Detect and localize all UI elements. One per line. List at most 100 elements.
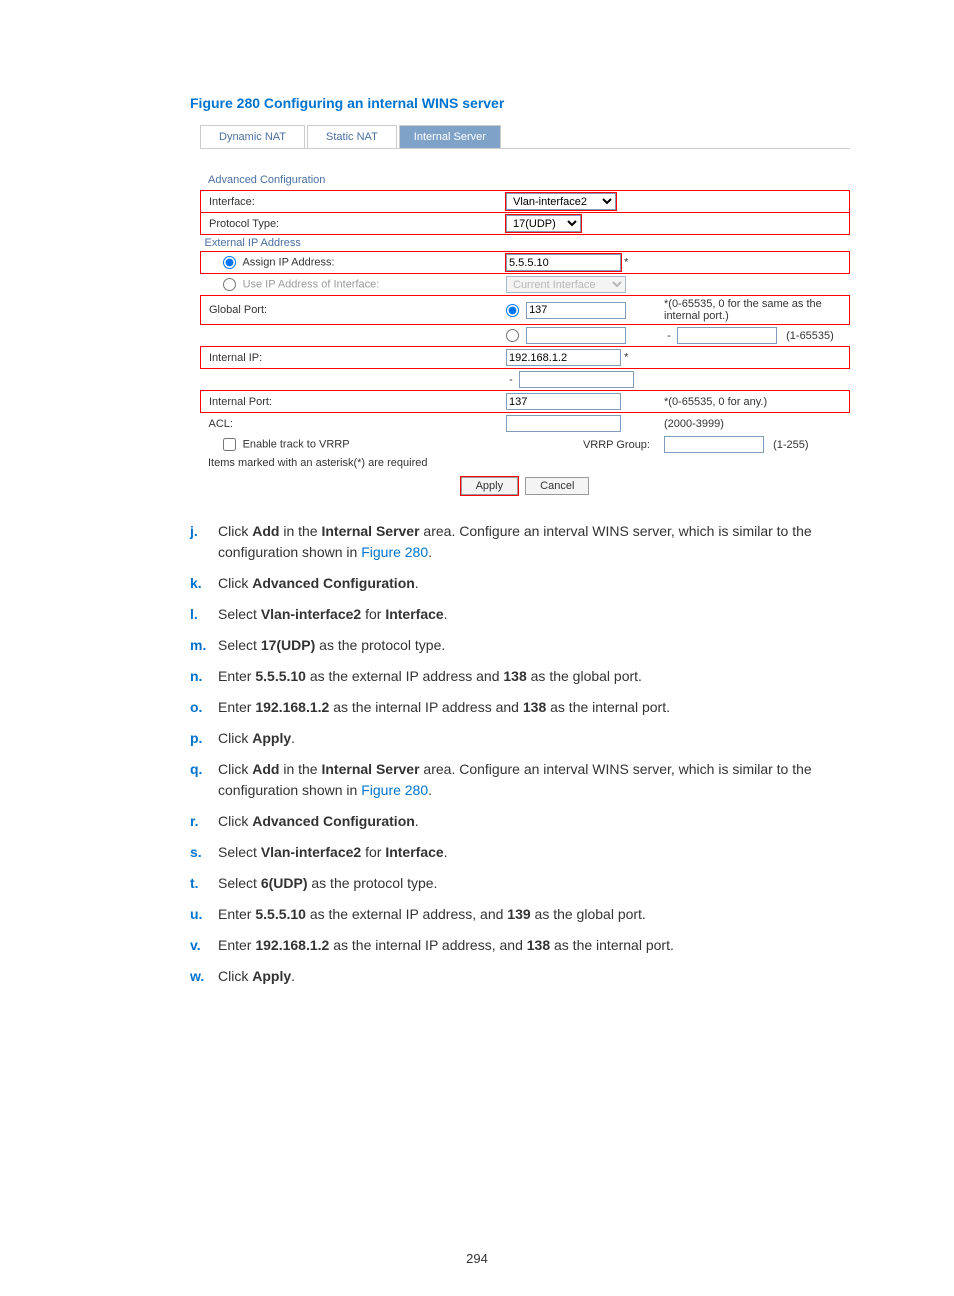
step-body: Select 17(UDP) as the protocol type.	[218, 635, 859, 656]
step-letter: n.	[190, 666, 218, 687]
step-letter: q.	[190, 759, 218, 801]
internal-ip-label: Internal IP:	[201, 347, 503, 369]
step: k.Click Advanced Configuration.	[190, 573, 859, 594]
step-body: Enter 192.168.1.2 as the internal IP add…	[218, 697, 859, 718]
step-letter: v.	[190, 935, 218, 956]
bold-text: Interface	[385, 844, 443, 860]
bold-text: Advanced Configuration	[252, 575, 415, 591]
internal-ip-input[interactable]	[506, 349, 621, 366]
protocol-label: Protocol Type:	[201, 213, 503, 235]
screenshot-region: Dynamic NAT Static NAT Internal Server A…	[200, 125, 850, 495]
dash: -	[506, 374, 516, 386]
step: j.Click Add in the Internal Server area.…	[190, 521, 859, 563]
assign-ip-label: Assign IP Address:	[242, 256, 334, 268]
step-body: Select 6(UDP) as the protocol type.	[218, 873, 859, 894]
step: n.Enter 5.5.5.10 as the external IP addr…	[190, 666, 859, 687]
step: u.Enter 5.5.5.10 as the external IP addr…	[190, 904, 859, 925]
use-interface-select: Current Interface	[506, 276, 626, 293]
acl-input[interactable]	[506, 415, 621, 432]
asterisk: *	[624, 352, 628, 364]
bold-text: Vlan-interface2	[261, 844, 361, 860]
vrrp-checkbox[interactable]	[223, 438, 236, 451]
step-letter: k.	[190, 573, 218, 594]
global-port-range-radio[interactable]	[506, 329, 519, 342]
use-interface-radio[interactable]	[223, 278, 236, 291]
figure-link[interactable]: Figure 280	[361, 544, 428, 560]
bold-text: Add	[252, 761, 279, 777]
bold-text: Internal Server	[321, 761, 419, 777]
step-letter: m.	[190, 635, 218, 656]
step-body: Click Add in the Internal Server area. C…	[218, 521, 859, 563]
bold-text: Add	[252, 523, 279, 539]
bold-text: 138	[523, 699, 546, 715]
global-port-range-hint: (1-65535)	[786, 330, 834, 342]
tab-internal-server[interactable]: Internal Server	[399, 125, 501, 148]
step-body: Enter 192.168.1.2 as the internal IP add…	[218, 935, 859, 956]
vrrp-group-hint: (1-255)	[773, 439, 808, 451]
apply-button[interactable]: Apply	[461, 477, 519, 495]
bold-text: 192.168.1.2	[255, 937, 329, 953]
bold-text: Internal Server	[321, 523, 419, 539]
bold-text: Interface	[385, 606, 443, 622]
step: r.Click Advanced Configuration.	[190, 811, 859, 832]
step: w.Click Apply.	[190, 966, 859, 987]
internal-port-label: Internal Port:	[201, 391, 503, 413]
step: p.Click Apply.	[190, 728, 859, 749]
step-letter: w.	[190, 966, 218, 987]
vrrp-check-label: Enable track to VRRP	[243, 438, 350, 450]
step: o.Enter 192.168.1.2 as the internal IP a…	[190, 697, 859, 718]
global-port-range-to[interactable]	[677, 327, 777, 344]
required-note: Items marked with an asterisk(*) are req…	[200, 457, 850, 469]
step-letter: s.	[190, 842, 218, 863]
step-body: Select Vlan-interface2 for Interface.	[218, 842, 859, 863]
vrrp-group-input[interactable]	[664, 436, 764, 453]
bold-text: 5.5.5.10	[255, 668, 306, 684]
step-body: Click Apply.	[218, 966, 859, 987]
step-body: Click Apply.	[218, 728, 859, 749]
page-number: 294	[0, 1251, 954, 1266]
vrrp-group-label: VRRP Group:	[583, 439, 650, 451]
use-interface-label: Use IP Address of Interface:	[243, 278, 380, 290]
form-table: Interface: Vlan-interface2 Protocol Type…	[200, 190, 850, 455]
dash: -	[664, 330, 674, 342]
step-letter: r.	[190, 811, 218, 832]
step-body: Select Vlan-interface2 for Interface.	[218, 604, 859, 625]
interface-select[interactable]: Vlan-interface2	[506, 193, 616, 210]
tab-dynamic-nat[interactable]: Dynamic NAT	[200, 125, 305, 148]
global-port-single-radio[interactable]	[506, 304, 519, 317]
step-letter: u.	[190, 904, 218, 925]
instruction-steps: j.Click Add in the Internal Server area.…	[190, 521, 859, 987]
internal-ip-to-input[interactable]	[519, 371, 634, 388]
protocol-select[interactable]: 17(UDP)	[506, 215, 581, 232]
advanced-configuration-link[interactable]: Advanced Configuration	[208, 174, 850, 186]
step-body: Enter 5.5.5.10 as the external IP addres…	[218, 904, 859, 925]
step: l.Select Vlan-interface2 for Interface.	[190, 604, 859, 625]
assign-ip-radio[interactable]	[223, 256, 236, 269]
figure-link[interactable]: Figure 280	[361, 782, 428, 798]
bold-text: 139	[507, 906, 530, 922]
bold-text: 17(UDP)	[261, 637, 315, 653]
global-port-range-from[interactable]	[526, 327, 626, 344]
bold-text: Advanced Configuration	[252, 813, 415, 829]
acl-hint: (2000-3999)	[664, 418, 724, 430]
cancel-button[interactable]: Cancel	[525, 477, 589, 495]
global-port-input[interactable]	[526, 302, 626, 319]
assign-ip-input[interactable]	[506, 254, 621, 271]
bold-text: 5.5.5.10	[255, 906, 306, 922]
step-letter: o.	[190, 697, 218, 718]
step-body: Click Add in the Internal Server area. C…	[218, 759, 859, 801]
interface-label: Interface:	[201, 191, 503, 213]
global-port-hint: *(0-65535, 0 for the same as the interna…	[664, 298, 822, 322]
external-ip-header: External IP Address	[201, 235, 850, 252]
step: t.Select 6(UDP) as the protocol type.	[190, 873, 859, 894]
bold-text: 138	[503, 668, 526, 684]
tab-static-nat[interactable]: Static NAT	[307, 125, 397, 148]
internal-port-input[interactable]	[506, 393, 621, 410]
step: v.Enter 192.168.1.2 as the internal IP a…	[190, 935, 859, 956]
step-letter: l.	[190, 604, 218, 625]
step-letter: p.	[190, 728, 218, 749]
step: m.Select 17(UDP) as the protocol type.	[190, 635, 859, 656]
global-port-label: Global Port:	[201, 296, 503, 325]
bold-text: Vlan-interface2	[261, 606, 361, 622]
bold-text: Apply	[252, 730, 291, 746]
